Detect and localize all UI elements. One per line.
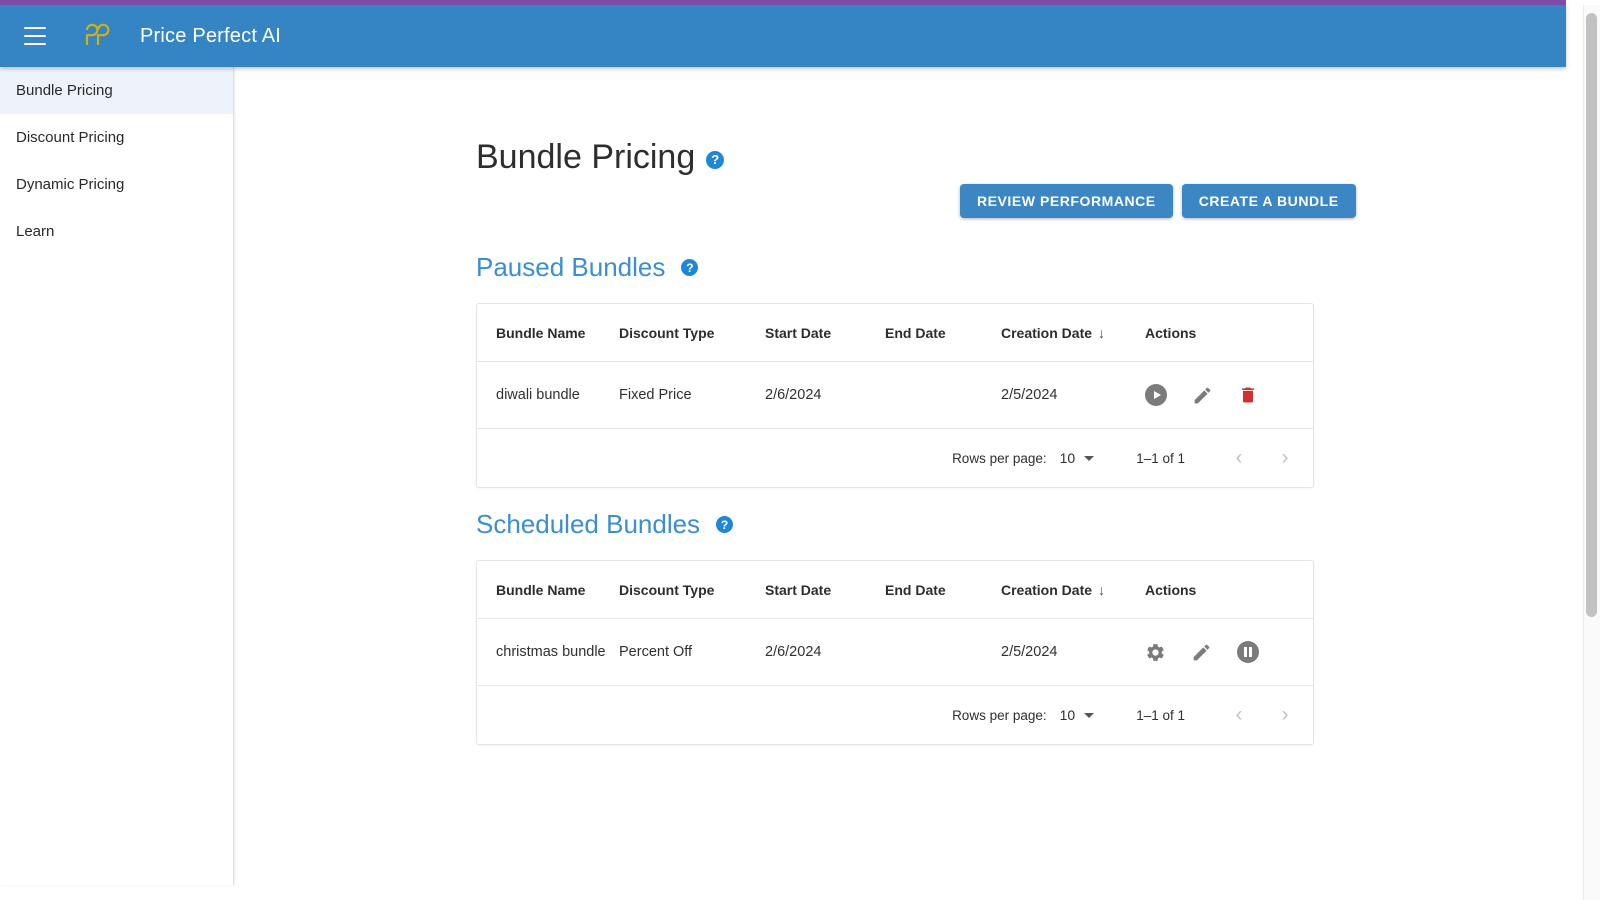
sort-descending-arrow-icon: ↓ [1098, 325, 1106, 341]
scheduled-bundles-section: Scheduled Bundles ? Bundle Name Discount… [476, 509, 1314, 745]
column-header-label: Creation Date [1001, 582, 1093, 598]
section-title: Paused Bundles [476, 252, 666, 282]
cell-actions [1145, 361, 1313, 429]
cell-discount-type: Percent Off [619, 618, 765, 686]
cell-start-date: 2/6/2024 [765, 618, 885, 686]
cell-end-date [885, 361, 1001, 429]
column-header-start-date[interactable]: Start Date [765, 561, 885, 619]
rows-per-page-value: 10 [1059, 707, 1076, 723]
cell-discount-type: Fixed Price [619, 361, 765, 429]
page-title: Bundle Pricing [476, 138, 696, 176]
row-actions [1145, 641, 1313, 663]
row-actions [1145, 384, 1313, 406]
cell-start-date: 2/6/2024 [765, 361, 885, 429]
table-header-row: Bundle Name Discount Type Start Date End… [477, 561, 1313, 619]
app-title: Price Perfect AI [140, 24, 282, 47]
sidebar-item-dynamic-pricing[interactable]: Dynamic Pricing [0, 161, 233, 208]
sort-descending-arrow-icon: ↓ [1098, 582, 1106, 598]
play-circle-icon[interactable] [1145, 384, 1167, 406]
previous-page-button[interactable]: ‹ [1221, 697, 1257, 733]
rows-per-page-value: 10 [1059, 450, 1076, 466]
review-performance-button[interactable]: REVIEW PERFORMANCE [960, 184, 1173, 218]
sidebar-item-label: Learn [16, 223, 55, 240]
section-help-icon[interactable]: ? [716, 516, 734, 533]
column-header-end-date[interactable]: End Date [885, 304, 1001, 362]
app-header: Price Perfect AI [0, 5, 1566, 67]
rows-per-page-label: Rows per page: [952, 450, 1047, 466]
create-bundle-button[interactable]: CREATE A BUNDLE [1181, 184, 1356, 218]
column-header-creation-date[interactable]: Creation Date ↓ [1001, 561, 1145, 619]
column-header-bundle-name[interactable]: Bundle Name [477, 561, 619, 619]
section-header: Scheduled Bundles ? [476, 509, 1314, 540]
pp-logo-icon [79, 19, 113, 53]
table-row: christmas bundle Percent Off 2/6/2024 2/… [477, 618, 1313, 686]
column-header-actions: Actions [1145, 304, 1313, 362]
paused-bundles-table: Bundle Name Discount Type Start Date End… [477, 304, 1313, 429]
edit-pencil-icon[interactable] [1192, 385, 1213, 406]
pagination-range-label: 1–1 of 1 [1136, 707, 1185, 723]
section-title: Scheduled Bundles [476, 509, 701, 539]
column-header-start-date[interactable]: Start Date [765, 304, 885, 362]
vertical-scrollbar-thumb[interactable] [1586, 13, 1597, 617]
page-actions-toolbar: REVIEW PERFORMANCE CREATE A BUNDLE [960, 184, 1356, 218]
column-header-bundle-name[interactable]: Bundle Name [477, 304, 619, 362]
column-header-discount-type[interactable]: Discount Type [619, 304, 765, 362]
page-title-row: Bundle Pricing ? [476, 138, 725, 177]
cell-actions [1145, 618, 1313, 686]
scheduled-bundles-table: Bundle Name Discount Type Start Date End… [477, 561, 1313, 686]
next-page-button[interactable]: › [1267, 697, 1303, 733]
sidebar-item-label: Discount Pricing [16, 129, 125, 146]
page-help-icon[interactable]: ? [706, 150, 725, 169]
pause-circle-icon[interactable] [1237, 641, 1259, 663]
section-header: Paused Bundles ? [476, 252, 1314, 283]
table-row: diwali bundle Fixed Price 2/6/2024 2/5/2… [477, 361, 1313, 429]
sidebar-item-discount-pricing[interactable]: Discount Pricing [0, 114, 233, 161]
app-window: Price Perfect AI Bundle Pricing Discount… [0, 0, 1600, 900]
next-page-button[interactable]: › [1267, 440, 1303, 476]
sidebar-nav: Bundle Pricing Discount Pricing Dynamic … [0, 67, 234, 885]
sidebar-item-label: Bundle Pricing [16, 82, 113, 99]
cell-bundle-name: diwali bundle [477, 361, 619, 429]
cell-bundle-name: christmas bundle [477, 618, 619, 686]
section-help-icon[interactable]: ? [681, 259, 699, 276]
table-header-row: Bundle Name Discount Type Start Date End… [477, 304, 1313, 362]
column-header-discount-type[interactable]: Discount Type [619, 561, 765, 619]
column-header-end-date[interactable]: End Date [885, 561, 1001, 619]
settings-gear-icon[interactable] [1145, 642, 1166, 663]
column-header-creation-date[interactable]: Creation Date ↓ [1001, 304, 1145, 362]
rows-per-page-label: Rows per page: [952, 707, 1047, 723]
cell-creation-date: 2/5/2024 [1001, 618, 1145, 686]
vertical-scrollbar-track[interactable] [1583, 5, 1600, 900]
sidebar-item-bundle-pricing[interactable]: Bundle Pricing [0, 67, 233, 114]
scheduled-bundles-card: Bundle Name Discount Type Start Date End… [476, 560, 1314, 745]
column-header-label: Creation Date [1001, 325, 1093, 341]
sidebar-item-label: Dynamic Pricing [16, 176, 125, 193]
pagination-range-label: 1–1 of 1 [1136, 450, 1185, 466]
rows-per-page-select[interactable]: 10 [1060, 450, 1095, 466]
rows-per-page-select[interactable]: 10 [1060, 707, 1095, 723]
previous-page-button[interactable]: ‹ [1221, 440, 1257, 476]
delete-trash-icon[interactable] [1238, 385, 1258, 405]
cell-creation-date: 2/5/2024 [1001, 361, 1145, 429]
paused-pagination: Rows per page: 10 1–1 of 1 ‹ › [477, 429, 1313, 487]
cell-end-date [885, 618, 1001, 686]
chevron-down-icon [1084, 712, 1095, 718]
sidebar-item-learn[interactable]: Learn [0, 208, 233, 255]
column-header-actions: Actions [1145, 561, 1313, 619]
paused-bundles-section: Paused Bundles ? Bundle Name Discount Ty… [476, 252, 1314, 488]
chevron-down-icon [1084, 455, 1095, 461]
edit-pencil-icon[interactable] [1191, 642, 1212, 663]
main-content: Bundle Pricing ? REVIEW PERFORMANCE CREA… [234, 67, 1566, 885]
paused-bundles-card: Bundle Name Discount Type Start Date End… [476, 303, 1314, 488]
scheduled-pagination: Rows per page: 10 1–1 of 1 ‹ › [477, 686, 1313, 744]
hamburger-menu-icon[interactable] [15, 16, 55, 56]
